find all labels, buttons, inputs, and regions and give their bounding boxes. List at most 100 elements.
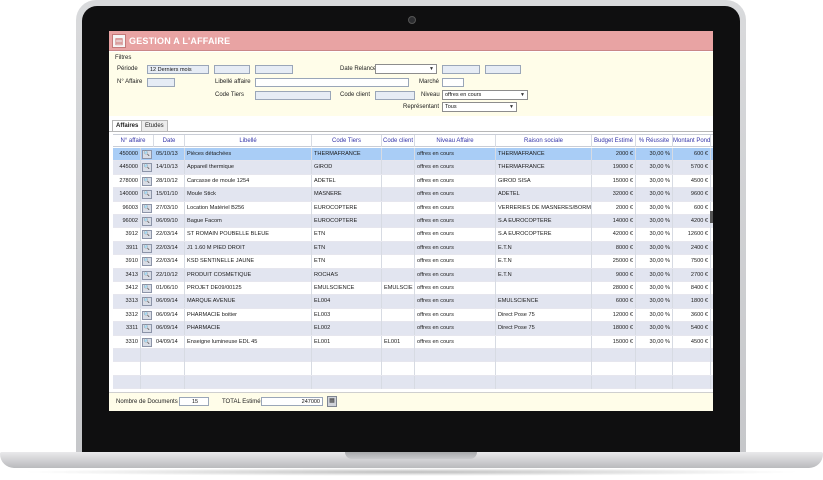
periode-end-date-input[interactable] bbox=[255, 65, 293, 74]
chevron-down-icon: ▼ bbox=[509, 104, 514, 110]
header-col-num-affaire[interactable]: N° affaire bbox=[113, 135, 154, 147]
col-montant-pondere-cell: 2700 € bbox=[673, 268, 711, 282]
table-row[interactable]: 96003 🔍 27/03/10 Location Matériel B256 EURO… bbox=[113, 201, 713, 215]
open-detail-icon[interactable]: 🔍 bbox=[142, 324, 152, 334]
open-detail-icon[interactable]: 🔍 bbox=[142, 243, 152, 253]
header-col-niveau-affaire[interactable]: Niveau Affaire bbox=[415, 135, 496, 147]
libelle-affaire-input[interactable] bbox=[255, 78, 409, 87]
total-estime-label: TOTAL Estimé bbox=[222, 399, 261, 405]
affaires-table: N° affaire Date Libellé Code Tiers Code clie… bbox=[113, 134, 713, 392]
col-niveau-affaire-cell: offres en cours bbox=[415, 308, 496, 322]
open-detail-icon[interactable]: 🔍 bbox=[142, 163, 152, 173]
col-raison-sociale-cell: E.T.N bbox=[496, 268, 592, 282]
niveau-select[interactable]: offres en cours ▼ bbox=[442, 90, 528, 100]
code-tiers-input[interactable] bbox=[255, 91, 331, 100]
header-col-pourcent-reussite[interactable]: % Réussite bbox=[636, 135, 673, 147]
open-detail-icon[interactable]: 🔍 bbox=[142, 270, 152, 280]
open-detail-icon[interactable]: 🔍 bbox=[142, 176, 152, 186]
tab-etudes[interactable]: Etudes bbox=[141, 120, 168, 131]
col-date-cell: 14/10/13 bbox=[154, 161, 185, 175]
col-budget-estime-cell: 25000 € bbox=[592, 255, 636, 269]
header-col-montant-pondere[interactable]: Montant Pondé bbox=[673, 135, 711, 147]
col-libelle-cell bbox=[185, 349, 312, 362]
table-row[interactable]: 3311 🔍 06/09/14 PHARMACIE EL002 offres en cou… bbox=[113, 322, 713, 336]
table-row[interactable]: 3413 🔍 22/10/12 PRODUIT COSMETIQUE ROCHAS off… bbox=[113, 268, 713, 282]
col-num-affaire-cell: 450000 bbox=[113, 148, 141, 161]
col-code-tiers-cell bbox=[312, 349, 382, 362]
col-budget-estime-cell: 12000 € bbox=[592, 308, 636, 322]
date-relance-start-input[interactable] bbox=[442, 65, 480, 74]
table-row[interactable]: 3412 🔍 01/06/10 PROJET DE09/00125 EMULSCIENC… bbox=[113, 282, 713, 296]
header-col-raison-sociale[interactable]: Raison sociale bbox=[496, 135, 592, 147]
tab-affaires[interactable]: Affaires bbox=[112, 120, 143, 131]
table-row[interactable]: 3313 🔍 06/09/14 MARQUE AVENUE EL004 offres en… bbox=[113, 295, 713, 309]
col-raison-sociale-cell: EMULSCIENCE bbox=[496, 295, 592, 309]
page-title: GESTION A L'AFFAIRE bbox=[129, 36, 231, 46]
table-row[interactable]: 278000 🔍 28/10/12 Carcasse de moule 1254 ADE… bbox=[113, 174, 713, 189]
col-montant-pondere-cell bbox=[673, 375, 711, 389]
table-row[interactable]: 140000 🔍 15/01/10 Moule Stick MASNERE offres … bbox=[113, 188, 713, 202]
col-code-client-cell bbox=[382, 228, 415, 242]
open-detail-icon[interactable]: 🔍 bbox=[142, 284, 152, 293]
table-row bbox=[113, 362, 713, 376]
col-niveau-affaire-cell: offres en cours bbox=[415, 268, 496, 282]
col-code-tiers-cell bbox=[312, 375, 382, 389]
table-row[interactable]: 3910 🔍 22/03/14 KSD SENTINELLE JAUNE ETN offr… bbox=[113, 255, 713, 269]
col-raison-sociale-cell: ADETEL bbox=[496, 188, 592, 202]
open-detail-icon[interactable]: 🔍 bbox=[142, 190, 152, 200]
col-montant-pondere-cell: 3600 € bbox=[673, 308, 711, 322]
representant-select[interactable]: Tous ▼ bbox=[442, 102, 517, 112]
col-montant-pondere-cell bbox=[673, 362, 711, 376]
periode-input[interactable]: 12 Derniers mois bbox=[147, 65, 209, 74]
col-pourcent-reussite-cell: 30,00 % bbox=[636, 161, 673, 175]
col-code-tiers-cell: EL004 bbox=[312, 295, 382, 309]
col-code-client-cell bbox=[382, 349, 415, 362]
col-montant-pondere-cell: 600 € bbox=[673, 148, 711, 161]
scrollbar-thumb[interactable] bbox=[710, 211, 713, 223]
open-detail-icon[interactable]: 🔍 bbox=[142, 217, 152, 226]
col-libelle-cell: Carcasse de moule 1254 bbox=[185, 174, 312, 188]
col-date-cell: 22/03/14 bbox=[154, 255, 185, 269]
date-relance-end-input[interactable] bbox=[485, 65, 521, 74]
filters-panel: Filtres Période 12 Derniers mois Date Re… bbox=[109, 52, 713, 116]
col-budget-estime-cell bbox=[592, 349, 636, 362]
date-relance-select[interactable]: ▼ bbox=[375, 64, 437, 74]
col-budget-estime-cell: 32000 € bbox=[592, 188, 636, 202]
num-affaire-input[interactable] bbox=[147, 78, 175, 87]
header-col-code-client[interactable]: Code client bbox=[382, 135, 415, 147]
open-detail-icon[interactable]: 🔍 bbox=[142, 257, 152, 267]
table-row[interactable]: 3310 🔍 04/09/14 Enseigne lumineuse EDL 45 EL… bbox=[113, 335, 713, 349]
open-detail-icon[interactable]: 🔍 bbox=[142, 150, 152, 159]
header-col-date[interactable]: Date bbox=[154, 135, 185, 147]
open-detail-icon[interactable]: 🔍 bbox=[142, 337, 152, 347]
open-detail-icon[interactable]: 🔍 bbox=[142, 203, 152, 213]
marche-input[interactable] bbox=[442, 78, 464, 87]
open-detail-icon[interactable]: 🔍 bbox=[142, 230, 152, 240]
col-libelle-cell: J1 1.60 M PIED DROIT bbox=[185, 241, 312, 255]
header-col-code-tiers[interactable]: Code Tiers bbox=[312, 135, 382, 147]
col-budget-estime-cell: 18000 € bbox=[592, 322, 636, 336]
periode-start-date-input[interactable] bbox=[214, 65, 250, 74]
col-raison-sociale-cell bbox=[496, 349, 592, 362]
table-row[interactable]: 3312 🔍 06/09/14 PHARMACIE boitier EL003 offre… bbox=[113, 308, 713, 323]
header-col-budget-estime[interactable]: Budget Estimé bbox=[592, 135, 636, 147]
header-col-libelle[interactable]: Libellé bbox=[185, 135, 312, 147]
open-detail-icon[interactable]: 🔍 bbox=[142, 310, 152, 320]
code-client-input[interactable] bbox=[375, 91, 415, 100]
col-code-client-cell bbox=[382, 255, 415, 269]
col-raison-sociale-cell bbox=[496, 375, 592, 389]
col-date-cell: 15/01/10 bbox=[154, 188, 185, 202]
table-row[interactable]: 445000 🔍 14/10/13 Appareil thermique GIROD of… bbox=[113, 161, 713, 175]
open-detail-icon[interactable]: 🔍 bbox=[142, 297, 152, 307]
tab-divider bbox=[109, 131, 713, 132]
table-row[interactable]: 3911 🔍 22/03/14 J1 1.60 M PIED DROIT ETN offr… bbox=[113, 241, 713, 256]
col-num-affaire-cell bbox=[113, 349, 141, 362]
col-budget-estime-cell: 42000 € bbox=[592, 228, 636, 242]
table-row[interactable]: 96002 🔍 06/09/10 Bague Facom EUROCOPTERE offr… bbox=[113, 215, 713, 229]
col-code-tiers-cell: ETN bbox=[312, 241, 382, 255]
col-budget-estime-cell: 6000 € bbox=[592, 295, 636, 309]
table-row[interactable]: 3912 🔍 22/03/14 ST ROMAIN POUBELLE BLEUE ETN… bbox=[113, 228, 713, 242]
col-raison-sociale-cell: S.A EUROCOPTERE bbox=[496, 215, 592, 228]
table-row[interactable]: 450000 🔍 05/10/13 Pièces détachées THERMAFRA… bbox=[113, 148, 713, 162]
calculator-icon[interactable]: ▦ bbox=[327, 396, 337, 407]
